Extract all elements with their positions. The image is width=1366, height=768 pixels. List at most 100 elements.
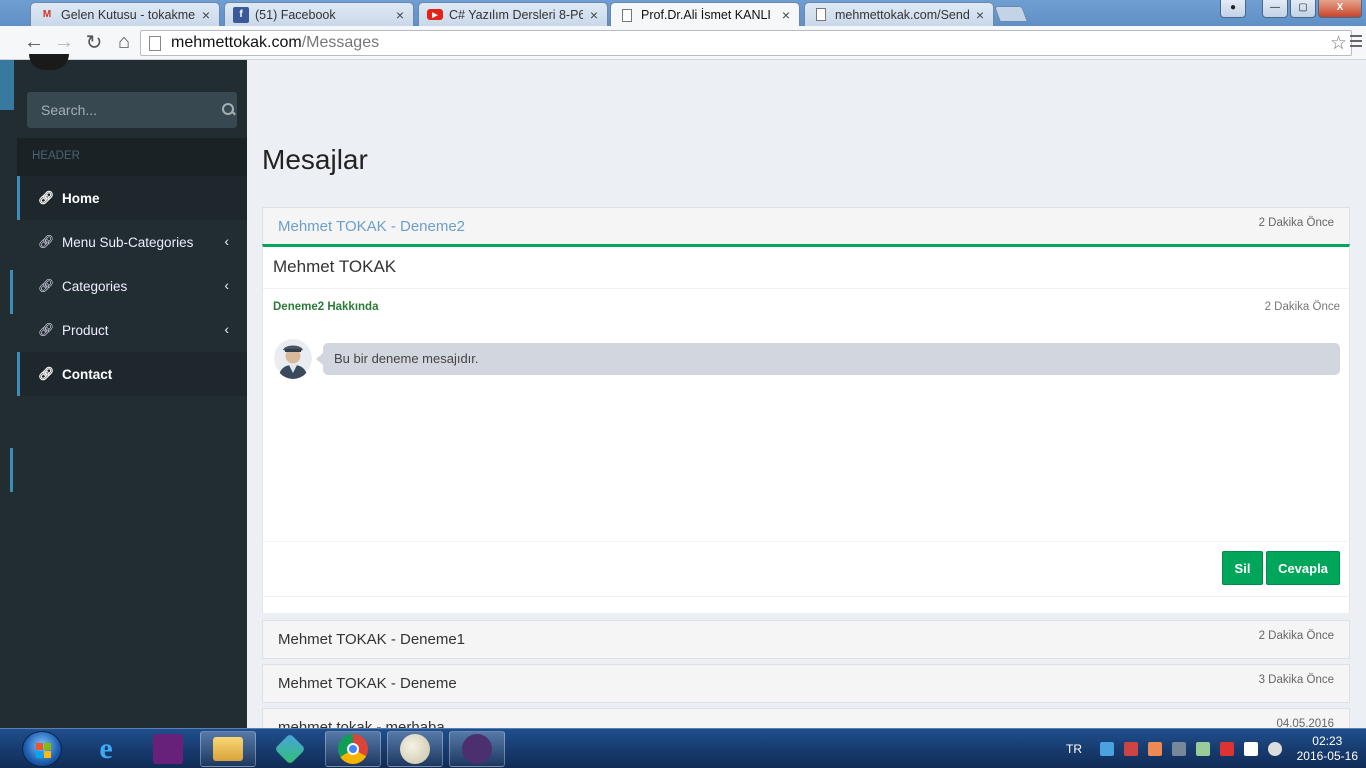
delete-button[interactable]: Sil: [1222, 551, 1263, 585]
message-item[interactable]: Mehmet TOKAK - Deneme2 2 Dakika Önce: [262, 207, 1350, 246]
message-time: 2 Dakika Önce: [1258, 630, 1334, 642]
sidebar-item-contact[interactable]: 🔗︎ Contact: [17, 352, 247, 396]
message-item[interactable]: Mehmet TOKAK - Deneme 3 Dakika Önce: [262, 664, 1350, 703]
gmail-icon: M: [42, 9, 52, 20]
message-actions: Sil Cevapla: [263, 541, 1349, 597]
search-icon[interactable]: [222, 103, 234, 117]
link-icon: 🔗︎: [38, 278, 55, 293]
internet-explorer-icon[interactable]: e: [78, 731, 134, 767]
message-title[interactable]: Mehmet TOKAK - Deneme1 2 Dakika Önce: [263, 621, 1349, 658]
paint-icon[interactable]: [387, 731, 443, 767]
minimize-button[interactable]: —: [1262, 0, 1288, 18]
link-icon: 🔗︎: [38, 366, 55, 381]
message-time: 04.05.2016: [1276, 718, 1334, 728]
chrome-icon[interactable]: [325, 731, 381, 767]
message-time: 2 Dakika Önce: [1264, 301, 1340, 313]
close-icon[interactable]: ×: [973, 7, 987, 23]
home-icon[interactable]: ⌂: [110, 29, 138, 57]
visual-studio-icon[interactable]: [140, 731, 196, 767]
close-icon[interactable]: ×: [779, 7, 793, 23]
message-title-text: Mehmet TOKAK - Deneme2: [278, 218, 466, 235]
facebook-icon: f: [233, 6, 249, 23]
message-title[interactable]: mehmet tokak - merhaba 04.05.2016: [263, 709, 1349, 728]
tab-title: (51) Facebook: [255, 7, 336, 22]
clock[interactable]: 02:23 2016-05-16: [1297, 734, 1358, 764]
browser-tab[interactable]: f (51) Facebook ×: [224, 2, 414, 26]
sidebar-item-label: Contact: [62, 366, 113, 382]
user-avatar: [29, 54, 69, 70]
bluetooth-icon[interactable]: [1172, 742, 1186, 756]
start-button[interactable]: [22, 731, 62, 767]
page-icon: [813, 7, 829, 23]
address-bar[interactable]: mehmettokak.com/Messages ☆: [140, 30, 1352, 56]
edge-decoration: [10, 270, 13, 314]
reply-button[interactable]: Cevapla: [1266, 551, 1340, 585]
user-icon[interactable]: ●: [1220, 0, 1246, 18]
close-icon[interactable]: ×: [199, 7, 213, 23]
volume-icon[interactable]: [1268, 742, 1282, 756]
sidebar-item-product[interactable]: 🔗︎ Product ‹: [17, 308, 247, 352]
message-detail-panel: Mehmet TOKAK Deneme2 Hakkında 2 Dakika Ö…: [262, 244, 1350, 613]
search-input[interactable]: [41, 102, 222, 118]
tray-app-icon[interactable]: [1196, 742, 1210, 756]
browser-menu-icon[interactable]: [1350, 35, 1362, 50]
language-indicator[interactable]: TR: [1066, 742, 1082, 756]
sidebar-item-home[interactable]: 🔗︎ Home: [17, 176, 247, 220]
main-content: Mesajlar Mehmet TOKAK - Deneme2 2 Dakika…: [247, 60, 1366, 728]
browser-tab[interactable]: M Gelen Kutusu - tokakmehmet ×: [30, 2, 220, 26]
link-icon: 🔗︎: [38, 190, 55, 205]
reload-icon[interactable]: ↻: [80, 29, 108, 57]
edge-decoration: [10, 448, 13, 492]
tray-app-icon[interactable]: [1124, 742, 1138, 756]
close-icon[interactable]: ×: [393, 7, 407, 23]
network-icon[interactable]: [1100, 742, 1114, 756]
sidebar-item-menu-sub-categories[interactable]: 🔗︎ Menu Sub-Categories ‹: [17, 220, 247, 264]
browser-tab-active[interactable]: Prof.Dr.Ali İsmet KANLI ×: [610, 2, 800, 27]
sidebar-item-label: Menu Sub-Categories: [62, 234, 194, 250]
edge-decoration: [0, 60, 14, 110]
message-subject: Deneme2 Hakkında: [273, 301, 379, 313]
new-tab-button[interactable]: [994, 6, 1028, 22]
sidebar-item-label: Categories: [62, 278, 128, 294]
page-icon: [149, 35, 161, 51]
chevron-left-icon: ‹: [224, 233, 229, 249]
sender-name: Mehmet TOKAK: [263, 247, 1349, 289]
browser-tab[interactable]: mehmettokak.com/Send-M ×: [804, 2, 994, 26]
sidebar-menu: 🔗︎ Home 🔗︎ Menu Sub-Categories ‹ 🔗︎ Cate…: [17, 176, 247, 396]
avatar: [274, 337, 312, 379]
chevron-left-icon: ‹: [224, 321, 229, 337]
maximize-button[interactable]: ▢: [1290, 0, 1316, 18]
page-title: Mesajlar: [262, 144, 368, 175]
sidebar: HEADER 🔗︎ Home 🔗︎ Menu Sub-Categories ‹ …: [17, 54, 247, 728]
clock-date: 2016-05-16: [1296, 749, 1358, 763]
link-icon: 🔗︎: [38, 234, 55, 249]
back-arrow-icon[interactable]: ←: [20, 29, 48, 57]
battery-icon[interactable]: [1244, 742, 1258, 756]
forward-arrow-icon[interactable]: →: [50, 29, 78, 57]
file-explorer-icon[interactable]: [200, 731, 256, 767]
action-center-icon[interactable]: [1220, 742, 1234, 756]
message-item[interactable]: mehmet tokak - merhaba 04.05.2016: [262, 708, 1350, 728]
chevron-left-icon: ‹: [224, 277, 229, 293]
github-icon[interactable]: [449, 731, 505, 767]
star-icon[interactable]: ☆: [1330, 32, 1347, 55]
close-window-button[interactable]: X: [1318, 0, 1362, 18]
tray-app-icon[interactable]: [1148, 742, 1162, 756]
tab-title: Prof.Dr.Ali İsmet KANLI: [641, 8, 771, 22]
message-item[interactable]: Mehmet TOKAK - Deneme1 2 Dakika Önce: [262, 620, 1350, 659]
message-title-text: Mehmet TOKAK - Deneme1: [278, 631, 466, 648]
message-title[interactable]: Mehmet TOKAK - Deneme2 2 Dakika Önce: [263, 208, 1349, 245]
app-icon[interactable]: [262, 731, 318, 767]
message-time: 3 Dakika Önce: [1258, 674, 1334, 686]
message-title[interactable]: Mehmet TOKAK - Deneme 3 Dakika Önce: [263, 665, 1349, 702]
message-title-text: Mehmet TOKAK - Deneme: [278, 675, 457, 692]
browser-tab-strip: M Gelen Kutusu - tokakmehmet × f (51) Fa…: [0, 0, 1366, 27]
message-body: Deneme2 Hakkında 2 Dakika Önce Bu bir de…: [263, 289, 1349, 539]
sidebar-header: HEADER: [17, 138, 247, 176]
taskbar: e TR 02:23 2016-05-16: [0, 728, 1366, 768]
page-icon: [619, 7, 635, 23]
sidebar-item-categories[interactable]: 🔗︎ Categories ‹: [17, 264, 247, 308]
browser-tab[interactable]: ▶ C# Yazılım Dersleri 8-P6 Web ×: [418, 2, 608, 26]
close-icon[interactable]: ×: [587, 7, 601, 23]
message-text: Bu bir deneme mesajıdır.: [316, 343, 1340, 375]
